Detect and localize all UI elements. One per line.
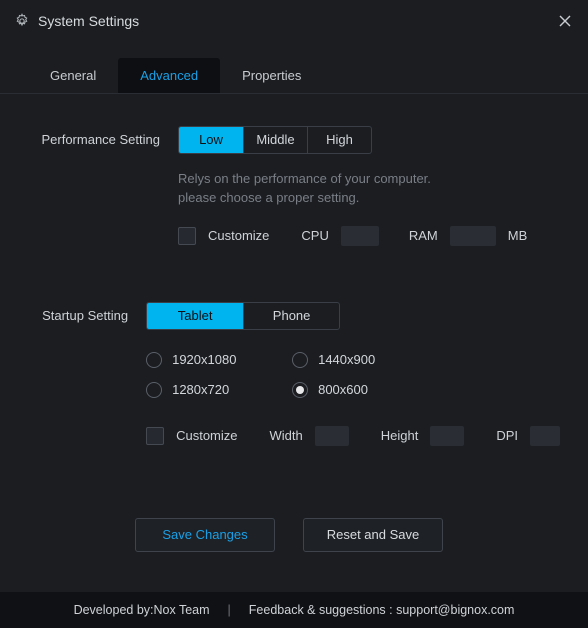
height-input[interactable]	[430, 426, 464, 446]
radio-icon	[292, 382, 308, 398]
performance-segmented: Low Middle High	[178, 126, 372, 154]
res-label: 1440x900	[318, 352, 375, 367]
performance-hint: Relys on the performance of your compute…	[178, 170, 560, 208]
tab-bar: General Advanced Properties	[0, 42, 588, 94]
tab-properties[interactable]: Properties	[220, 58, 323, 93]
save-changes-button[interactable]: Save Changes	[135, 518, 275, 552]
tab-general[interactable]: General	[28, 58, 118, 93]
tab-advanced[interactable]: Advanced	[118, 58, 220, 93]
res-label: 1920x1080	[172, 352, 236, 367]
res-label: 800x600	[318, 382, 368, 397]
dpi-label: DPI	[496, 428, 518, 443]
content-area: Performance Setting Low Middle High Rely…	[0, 94, 588, 552]
ram-input[interactable]	[450, 226, 496, 246]
startup-customize-label: Customize	[176, 428, 237, 443]
startup-label: Startup Setting	[18, 302, 146, 446]
mb-label: MB	[508, 228, 528, 243]
startup-segmented: Tablet Phone	[146, 302, 340, 330]
dpi-input[interactable]	[530, 426, 560, 446]
res-1440x900[interactable]: 1440x900	[292, 352, 432, 368]
ram-label: RAM	[409, 228, 438, 243]
height-label: Height	[381, 428, 419, 443]
res-1280x720[interactable]: 1280x720	[146, 382, 286, 398]
width-input[interactable]	[315, 426, 349, 446]
startup-phone-button[interactable]: Phone	[243, 303, 339, 329]
startup-customize-checkbox[interactable]	[146, 427, 164, 445]
performance-hint-line2: please choose a proper setting.	[178, 189, 560, 208]
reset-and-save-button[interactable]: Reset and Save	[303, 518, 443, 552]
width-label: Width	[270, 428, 303, 443]
close-icon[interactable]	[556, 12, 574, 30]
cpu-label: CPU	[301, 228, 328, 243]
perf-middle-button[interactable]: Middle	[243, 127, 307, 153]
window-title: System Settings	[38, 13, 139, 29]
perf-customize-checkbox[interactable]	[178, 227, 196, 245]
performance-label: Performance Setting	[18, 126, 178, 246]
radio-icon	[146, 352, 162, 368]
startup-tablet-button[interactable]: Tablet	[147, 303, 243, 329]
perf-customize-label: Customize	[208, 228, 269, 243]
radio-icon	[146, 382, 162, 398]
titlebar: System Settings	[0, 0, 588, 42]
cpu-input[interactable]	[341, 226, 379, 246]
footer: Developed by:Nox Team | Feedback & sugge…	[0, 592, 588, 628]
res-label: 1280x720	[172, 382, 229, 397]
res-1920x1080[interactable]: 1920x1080	[146, 352, 286, 368]
performance-hint-line1: Relys on the performance of your compute…	[178, 170, 560, 189]
footer-separator: |	[228, 603, 231, 617]
radio-icon	[292, 352, 308, 368]
gear-icon	[14, 13, 30, 29]
perf-high-button[interactable]: High	[307, 127, 371, 153]
perf-low-button[interactable]: Low	[179, 127, 243, 153]
footer-developed: Developed by:Nox Team	[74, 603, 210, 617]
res-800x600[interactable]: 800x600	[292, 382, 432, 398]
footer-feedback: Feedback & suggestions : support@bignox.…	[249, 603, 515, 617]
